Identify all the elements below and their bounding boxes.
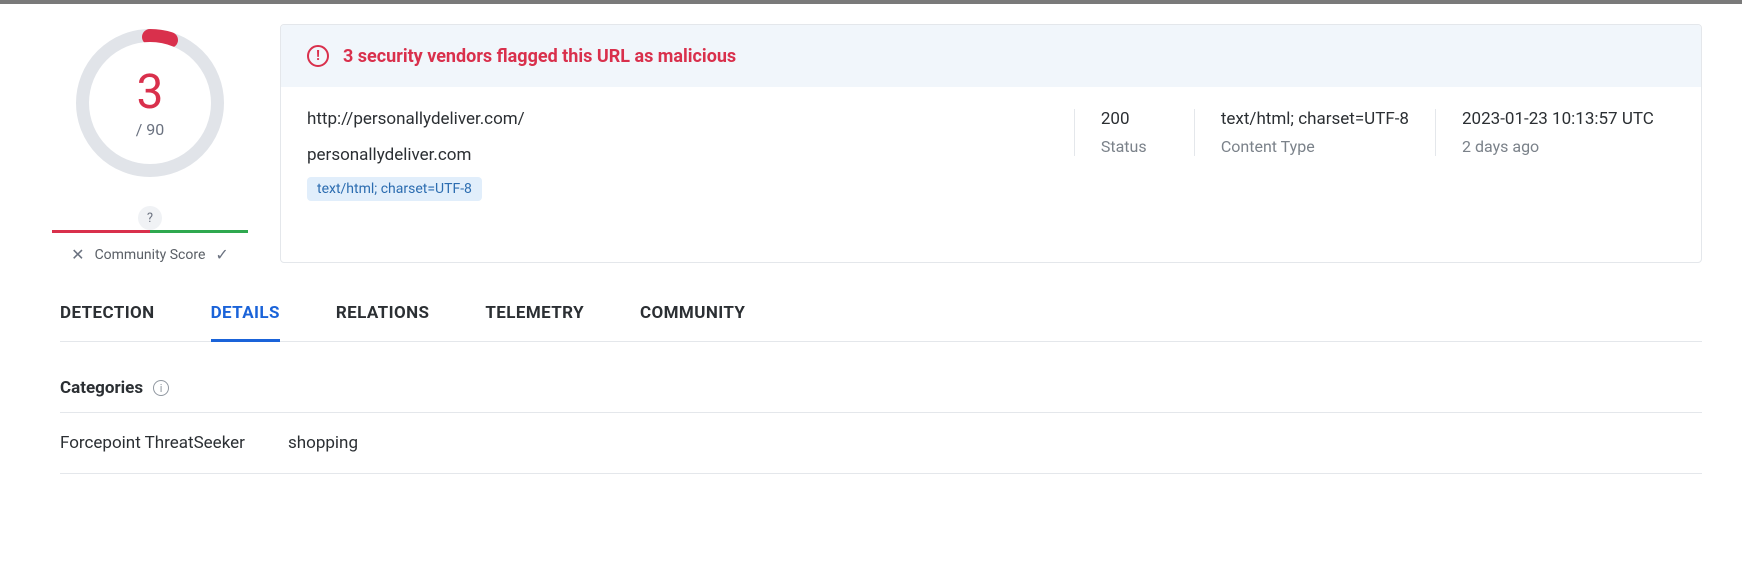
content-type-label: Content Type [1221,137,1409,156]
score-panel: 3 / 90 ? ✕ Community Score ✓ [40,24,260,263]
status-label: Status [1101,137,1168,156]
close-icon[interactable]: ✕ [71,247,84,263]
resource-domain: personallydeliver.com [307,145,1074,165]
content-type-chip: text/html; charset=UTF-8 [307,177,482,201]
category-row: Forcepoint ThreatSeeker shopping [60,413,1702,474]
detection-gauge: 3 / 90 [75,28,225,178]
timestamp-value: 2023-01-23 10:13:57 UTC [1462,109,1665,129]
tab-detection[interactable]: DETECTION [60,303,155,342]
tab-details[interactable]: DETAILS [211,303,280,342]
check-icon[interactable]: ✓ [215,247,228,263]
tab-telemetry[interactable]: TELEMETRY [485,303,584,342]
timestamp-relative: 2 days ago [1462,137,1665,156]
info-icon[interactable]: i [153,380,169,396]
tab-relations[interactable]: RELATIONS [336,303,430,342]
timestamp-cell: 2023-01-23 10:13:57 UTC 2 days ago [1435,109,1675,156]
categories-heading: Categories [60,378,143,398]
resource-url: http://personallydeliver.com/ [307,109,1074,129]
alert-text: 3 security vendors flagged this URL as m… [343,46,736,67]
category-value: shopping [288,433,358,453]
content-type-cell: text/html; charset=UTF-8 Content Type [1194,109,1435,156]
status-cell: 200 Status [1074,109,1194,156]
score-distribution-bar [52,230,248,233]
tab-bar: DETECTION DETAILS RELATIONS TELEMETRY CO… [60,303,1702,342]
alert-icon: ! [307,45,329,67]
content-type-value: text/html; charset=UTF-8 [1221,109,1409,129]
category-vendor: Forcepoint ThreatSeeker [60,433,260,453]
status-value: 200 [1101,109,1168,129]
detection-total: / 90 [136,120,165,139]
score-help-icon[interactable]: ? [138,206,162,230]
tab-community[interactable]: COMMUNITY [640,303,745,342]
resource-summary-card: ! 3 security vendors flagged this URL as… [280,24,1702,263]
detection-count: 3 [137,68,164,116]
community-score-label: Community Score [95,247,206,263]
malicious-alert-banner: ! 3 security vendors flagged this URL as… [281,25,1701,87]
